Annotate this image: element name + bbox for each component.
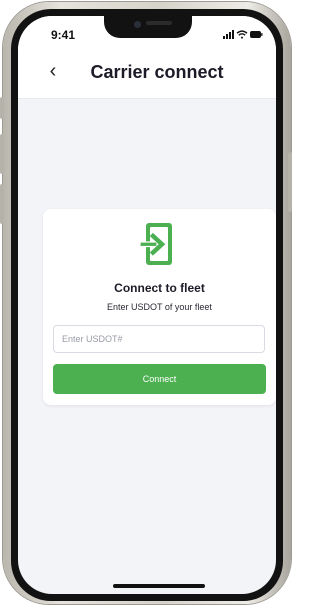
page-title: Carrier connect xyxy=(90,62,224,82)
notch xyxy=(104,16,192,38)
connect-card: Connect to fleet Enter USDOT of your fle… xyxy=(43,209,276,405)
card-subtitle: Enter USDOT of your fleet xyxy=(107,302,212,312)
front-camera xyxy=(134,21,141,28)
status-icons xyxy=(223,30,263,39)
usdot-input[interactable] xyxy=(53,325,265,353)
sign-in-icon xyxy=(139,223,172,265)
connect-button[interactable]: Connect xyxy=(53,364,266,394)
earpiece-speaker xyxy=(146,21,172,25)
card-title: Connect to fleet xyxy=(114,281,205,295)
status-time: 9:41 xyxy=(51,28,76,42)
volume-up-button xyxy=(0,134,4,174)
volume-down-button xyxy=(0,184,4,224)
battery-icon xyxy=(250,31,263,38)
mute-switch xyxy=(0,97,4,119)
home-indicator[interactable] xyxy=(113,584,205,588)
wifi-icon xyxy=(236,30,248,39)
app-screen: 9:41 ‹ Carrier connect Connect to fleet … xyxy=(18,16,276,594)
signal-icon xyxy=(223,30,234,39)
power-button xyxy=(288,152,292,212)
